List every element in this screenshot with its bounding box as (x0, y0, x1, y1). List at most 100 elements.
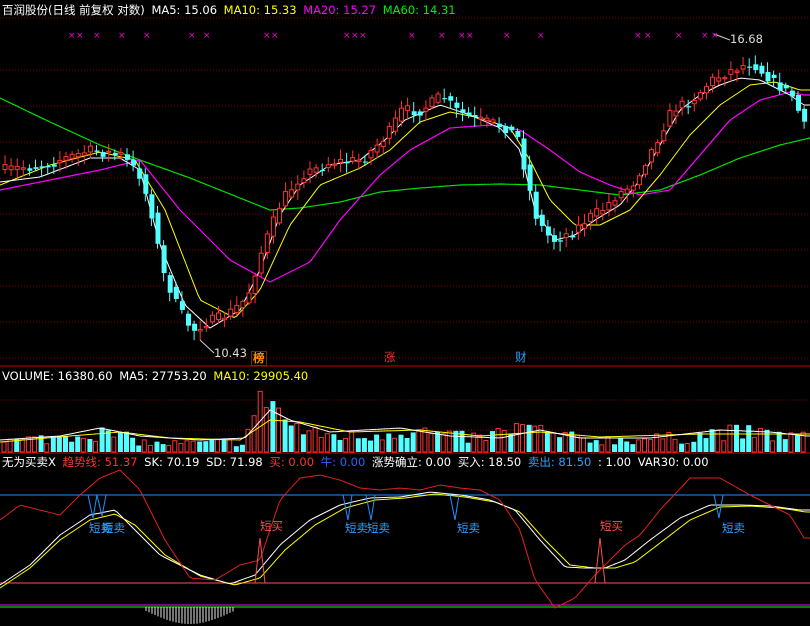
candle-body (20, 167, 26, 170)
volume-bar (117, 432, 123, 452)
candle-body (759, 65, 765, 74)
candle-body (802, 108, 808, 122)
cross-marker: × (351, 31, 359, 41)
candle-body (301, 178, 307, 183)
candle-body (624, 188, 630, 194)
cross-marker: × (359, 31, 367, 41)
candle-body (222, 317, 228, 321)
cross-marker: × (188, 31, 196, 41)
sell-signal-label: 短卖 (722, 521, 745, 535)
candle-body (570, 235, 576, 238)
event-tag-rank[interactable]: 榜 (251, 351, 267, 366)
volume-bar (740, 438, 746, 452)
cross-marker: × (263, 31, 271, 41)
volume-bar (416, 429, 422, 453)
cross-marker: × (701, 31, 709, 41)
candle-body (186, 313, 191, 326)
candle-body (325, 164, 331, 169)
volume-bar (465, 442, 471, 452)
candle-body (667, 109, 673, 127)
volume-bar (727, 424, 733, 453)
volume-bar (440, 433, 446, 453)
candle-body (435, 93, 441, 103)
indicator-name: 无为买卖X (2, 455, 56, 469)
candle-body (258, 252, 264, 274)
volume-bar (599, 444, 605, 453)
candle-body (588, 212, 594, 222)
candle-body (295, 183, 301, 191)
volume-bar (679, 443, 685, 452)
cross-marker: × (203, 31, 211, 41)
volume-bar (251, 415, 257, 453)
volume-bar (166, 445, 172, 453)
volume-bar (508, 434, 514, 452)
candle-body (423, 107, 429, 112)
volume-bar (294, 423, 300, 453)
volume-bar (612, 444, 617, 452)
sell-signal-label: 短卖 (345, 521, 368, 535)
candle-body (246, 292, 252, 304)
candle-body (679, 100, 685, 109)
candle-body (563, 233, 569, 239)
candle-body (558, 240, 564, 242)
candle-body (478, 116, 484, 120)
sd-legend: SD: 71.98 (206, 455, 263, 469)
volume-legend: VOLUME: 16380.60 (2, 369, 113, 383)
candle-body (143, 174, 149, 194)
volume-bar (788, 432, 794, 453)
candle-body (368, 149, 374, 159)
candle-body (39, 166, 45, 168)
buy-legend: 买: 0.00 (269, 455, 315, 469)
bull-legend: 牛: 0.00 (320, 455, 366, 469)
volume-bar (697, 432, 703, 452)
candle-body (704, 86, 709, 94)
volume-bar (44, 443, 50, 453)
candle-body (45, 165, 51, 168)
volume-bar (306, 430, 312, 453)
candle-body (399, 107, 404, 122)
candle-body (252, 275, 258, 294)
candle-body (783, 84, 789, 89)
volume-bar (184, 440, 190, 453)
candle-body (392, 117, 398, 132)
volume-bar (349, 430, 355, 453)
candle-body (490, 119, 496, 123)
volume-bar (770, 440, 776, 453)
event-tag-limit-up[interactable]: 涨 (384, 351, 396, 364)
volume-bar (178, 442, 184, 453)
volume-bar (361, 438, 367, 452)
cross-marker: × (644, 31, 652, 41)
volume-bar (550, 432, 556, 453)
volume-bar (654, 433, 660, 453)
cross-marker: × (537, 31, 545, 41)
volume-bar (635, 439, 641, 453)
candle-body (618, 191, 624, 199)
cross-marker: × (343, 31, 351, 41)
volume-bar (105, 430, 111, 452)
event-tag-financial[interactable]: 财 (515, 351, 527, 364)
candle-body (374, 144, 380, 153)
cross-marker: × (68, 31, 76, 41)
volume-bar (63, 436, 68, 452)
volume-bar (124, 431, 129, 452)
candle-body (747, 66, 753, 68)
volume-bar (513, 423, 519, 453)
volume-bar (87, 439, 93, 452)
candle-body (649, 149, 655, 163)
cross-marker: × (408, 31, 416, 41)
candle-body (716, 77, 722, 82)
candle-body (155, 212, 161, 244)
candle-body (673, 110, 679, 117)
volume-bar (288, 425, 294, 452)
candle-body (173, 286, 179, 299)
candle-body (728, 69, 734, 75)
candle-body (796, 94, 801, 111)
volume-bar (233, 446, 239, 452)
candle-body (118, 152, 124, 155)
flag-legend: : 1.00 (597, 455, 632, 469)
candle-body (765, 71, 771, 82)
candle-body (386, 125, 392, 139)
cross-marker: × (711, 31, 719, 41)
candle-body (380, 140, 386, 148)
volume-bar (648, 439, 654, 453)
